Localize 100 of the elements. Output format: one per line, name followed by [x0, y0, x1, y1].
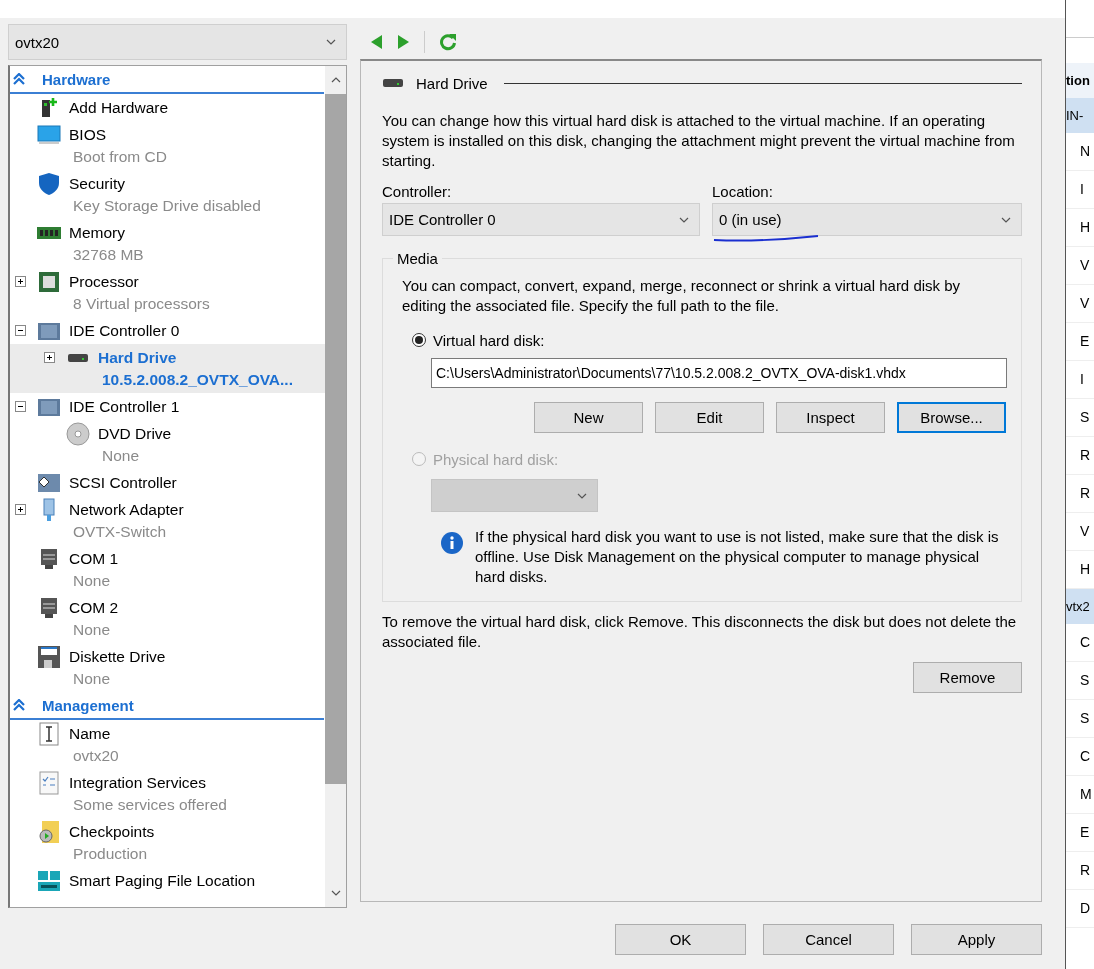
action-item[interactable]: I [1066, 171, 1094, 209]
action-item[interactable]: S [1066, 700, 1094, 738]
sidebar-item[interactable]: Add Hardware [10, 94, 325, 121]
action-item[interactable]: R [1066, 437, 1094, 475]
sidebar-item[interactable]: Checkpoints Production [10, 818, 325, 867]
vm-dropdown[interactable]: ovtx20 [8, 24, 347, 60]
sidebar-item[interactable]: Name ovtx20 [10, 720, 325, 769]
action-item[interactable]: H [1066, 209, 1094, 247]
sidebar-item[interactable]: SCSI Controller [10, 469, 325, 496]
sidebar-item[interactable]: COM 2 None [10, 594, 325, 643]
disc-icon [66, 421, 90, 446]
group-header: IN- [1066, 98, 1094, 133]
checklist-icon [39, 770, 59, 795]
action-item[interactable]: C [1066, 624, 1094, 662]
sidebar-item[interactable]: IDE Controller 1 [10, 393, 325, 420]
item-label: Add Hardware [69, 98, 169, 117]
sidebar-item[interactable]: Memory 32768 MB [10, 219, 325, 268]
field-label: Location: [712, 183, 774, 200]
sidebar-item[interactable]: Integration Services Some services offered [10, 769, 325, 818]
dialog-button[interactable]: Cancel [763, 924, 894, 955]
item-detail: 32768 MB [73, 246, 144, 263]
action-item[interactable]: E [1066, 814, 1094, 852]
sidebar-item[interactable]: COM 1 None [10, 545, 325, 594]
serial-port-icon [39, 547, 59, 570]
action-button[interactable]: New [534, 402, 643, 433]
refresh-icon[interactable] [439, 32, 457, 51]
action-item[interactable]: I [1066, 361, 1094, 399]
expand-toggle[interactable] [44, 352, 55, 363]
collapse-icon [13, 73, 25, 85]
item-label: COM 1 [69, 549, 119, 568]
item-detail: Boot from CD [73, 148, 167, 165]
path-field[interactable]: C:\Users\Administrator\Documents\77\10.5.2.008.2_OVTX_OVA-disk1.vhdx [431, 358, 1007, 388]
paging-grid-icon [37, 869, 61, 892]
item-detail: None [73, 572, 111, 589]
sidebar-item[interactable]: Hard Drive 10.5.2.008.2_OVTX_OVA... [10, 344, 325, 393]
field-label: Controller: [382, 183, 453, 200]
column-header: tion [1066, 63, 1094, 98]
expand-toggle[interactable] [15, 504, 26, 515]
location-dropdown[interactable]: 0 (in use) [712, 203, 1022, 236]
info-text: If the physical hard disk you want to use is not listed, make sure that the disk is offline. Use Disk Management on the physical computer to manage physical hard disks. [475, 527, 1000, 587]
item-label: Name [69, 724, 111, 743]
action-item[interactable]: S [1066, 662, 1094, 700]
scrollbar[interactable] [325, 66, 346, 907]
collapse-toggle[interactable] [15, 401, 26, 412]
action-item[interactable]: S [1066, 399, 1094, 437]
scroll-down-icon [330, 890, 341, 896]
action-item[interactable]: V [1066, 247, 1094, 285]
action-item[interactable]: C [1066, 738, 1094, 776]
item-detail: Production [73, 845, 148, 862]
collapse-toggle[interactable] [15, 325, 26, 336]
action-button[interactable]: Edit [655, 402, 764, 433]
action-item[interactable]: D [1066, 890, 1094, 928]
remove-note: To remove the virtual hard disk, click Remove. This disconnects the disk but does not delete the associated file. [382, 612, 1018, 652]
action-button[interactable]: Browse... [897, 402, 1006, 433]
item-label: COM 2 [69, 598, 119, 617]
item-detail: 8 Virtual processors [73, 295, 210, 312]
forward-icon[interactable] [397, 33, 410, 50]
action-button[interactable]: Inspect [776, 402, 885, 433]
remove-button[interactable]: Remove [913, 662, 1022, 693]
sidebar-item[interactable]: BIOS Boot from CD [10, 121, 325, 170]
section-header[interactable]: Hardware [10, 66, 324, 94]
radio-option[interactable]: Virtual hard disk: [412, 328, 1007, 352]
item-detail: Key Storage Drive disabled [73, 197, 261, 214]
shield-icon [38, 171, 60, 196]
action-item[interactable]: R [1066, 852, 1094, 890]
sidebar-item[interactable]: IDE Controller 0 [10, 317, 325, 344]
action-item[interactable]: E [1066, 323, 1094, 361]
sidebar-item[interactable]: Diskette Drive None [10, 643, 325, 692]
item-label: Processor [69, 272, 139, 291]
expand-toggle[interactable] [15, 276, 26, 287]
media-description: You can compact, convert, expand, merge, reconnect or shrink a virtual hard disk by editing the associated file. Specify the full path to the file. [402, 276, 962, 316]
scroll-up-icon[interactable] [330, 77, 341, 83]
dialog-button[interactable]: OK [615, 924, 746, 955]
section-header[interactable]: Management [10, 692, 324, 720]
item-label: IDE Controller 0 [69, 321, 180, 340]
sidebar-item[interactable]: DVD Drive None [10, 420, 325, 469]
monitor-icon [37, 124, 61, 145]
chevron-down-icon [1001, 216, 1011, 223]
action-item[interactable]: V [1066, 513, 1094, 551]
sidebar-item[interactable]: Security Key Storage Drive disabled [10, 170, 325, 219]
controller-card-icon [37, 472, 61, 493]
sidebar-item[interactable]: Processor 8 Virtual processors [10, 268, 325, 317]
sidebar-item[interactable]: Smart Paging File Location [10, 867, 325, 894]
network-plug-icon [42, 497, 56, 522]
action-item[interactable]: V [1066, 285, 1094, 323]
item-detail: OVTX-Switch [73, 523, 166, 540]
item-label: Network Adapter [69, 500, 184, 519]
action-item[interactable]: N [1066, 133, 1094, 171]
dialog-button[interactable]: Apply [911, 924, 1042, 955]
controller-dropdown[interactable]: IDE Controller 0 [382, 203, 700, 236]
sidebar-item[interactable]: Network Adapter OVTX-Switch [10, 496, 325, 545]
item-label: Integration Services [69, 773, 206, 792]
action-item[interactable]: R [1066, 475, 1094, 513]
controller-card-icon [37, 320, 61, 341]
text-cursor-icon [39, 721, 59, 746]
back-icon[interactable] [370, 33, 383, 50]
item-label: Diskette Drive [69, 647, 166, 666]
collapse-icon [13, 699, 25, 711]
action-item[interactable]: M [1066, 776, 1094, 814]
chip-icon [38, 270, 60, 293]
